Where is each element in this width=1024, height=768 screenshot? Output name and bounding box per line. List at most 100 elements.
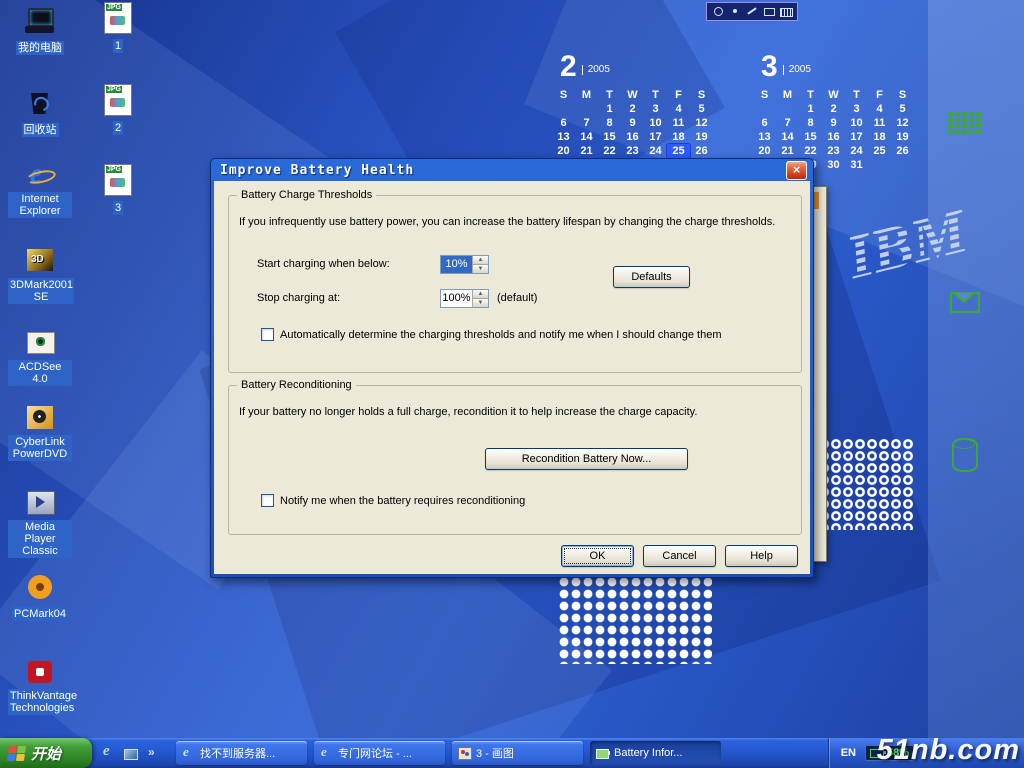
close-button[interactable] <box>786 161 807 180</box>
calendar-date-cell: 11 <box>868 116 891 130</box>
desktop-icon-media-player-classic[interactable]: Media Player Classic <box>8 488 72 559</box>
calendar-date-cell: 31 <box>845 158 868 172</box>
calendar-date-cell: 12 <box>891 116 914 130</box>
keyboard-icon[interactable] <box>779 5 793 18</box>
display-icon[interactable] <box>762 5 776 18</box>
calendar-date-cell: 1 <box>799 102 822 116</box>
desktop-icon-label: Media Player Classic <box>8 520 72 558</box>
ie-icon <box>319 746 334 760</box>
taskbar-task-4[interactable]: Battery Infor... <box>590 741 721 765</box>
start-button[interactable]: 开始 <box>0 738 92 768</box>
desktop-icon-3dmark2001-se[interactable]: 3DMark2001 SE <box>8 246 72 305</box>
notify-reconditioning-checkbox[interactable] <box>261 494 274 507</box>
media-player-classic-icon <box>24 488 56 518</box>
desktop-icon-label: 2 <box>113 121 123 135</box>
jpg-file-column: JPG 1 JPG 2 JPG3 <box>96 0 140 300</box>
desktop-icon-acdsee[interactable]: ACDSee 4.0 <box>8 328 72 387</box>
calendar-date-cell: 5 <box>891 102 914 116</box>
start-charging-row: Start charging when below: 10% <box>257 254 489 274</box>
desktop-icon-thinkvantage[interactable]: ThinkVantage Technologies <box>8 657 72 716</box>
battery-icon <box>595 746 610 760</box>
calendar-date-cell: 5 <box>690 102 713 116</box>
calendar-date-cell: 10 <box>644 116 667 130</box>
thinkvantage-icon <box>24 657 56 687</box>
battery-charge-thresholds-group: Battery Charge Thresholds If you infrequ… <box>228 195 802 373</box>
wallpaper-shape <box>928 0 1024 768</box>
help-button[interactable]: Help <box>725 545 798 567</box>
defaults-button[interactable]: Defaults <box>613 266 690 288</box>
calendar-date-cell: 18 <box>868 130 891 144</box>
battery-reconditioning-group: Battery Reconditioning If your battery n… <box>228 385 802 535</box>
calendar-date-cell <box>776 102 799 116</box>
51nb-watermark: 51nb.com <box>877 734 1020 767</box>
ie-quick-launch-icon[interactable] <box>101 745 117 761</box>
calendar-month-3: 32005SMTWTFS1234567891011121314151617181… <box>753 52 923 172</box>
calendar-date-cell: 12 <box>690 116 713 130</box>
taskbar-task-3[interactable]: 3 - 画图 <box>452 741 583 765</box>
ok-button[interactable]: OK <box>561 545 634 567</box>
calendar-date-cell: 3 <box>644 102 667 116</box>
calendar-weekday: M <box>575 88 598 102</box>
desktop-icon-my-computer[interactable]: 我的电脑 <box>8 6 72 56</box>
jpg-badge: JPG <box>106 166 122 173</box>
jpg-file-3[interactable]: JPG3 <box>96 164 140 216</box>
phone-icon[interactable] <box>711 5 725 18</box>
calendar-date-cell: 1 <box>598 102 621 116</box>
improve-battery-health-dialog: Improve Battery Health Battery Charge Th… <box>210 158 814 578</box>
thresholds-description: If you infrequently use battery power, y… <box>239 216 775 228</box>
calendar-date-cell: 23 <box>621 144 644 158</box>
spin-down-icon[interactable] <box>473 264 488 273</box>
notify-reconditioning-row: Notify me when the battery requires reco… <box>261 494 525 507</box>
start-charging-spinner[interactable]: 10% <box>440 255 489 274</box>
cancel-button[interactable]: Cancel <box>643 545 716 567</box>
calendar-date-cell: 19 <box>891 130 914 144</box>
desktop-icon-pcmark04[interactable]: PCMark04 <box>8 572 72 622</box>
calendar-date-cell: 30 <box>822 158 845 172</box>
desktop-icon-label: 1 <box>113 39 123 53</box>
pcmark04-icon <box>24 572 56 602</box>
recondition-battery-button[interactable]: Recondition Battery Now... <box>485 448 688 470</box>
dialog-titlebar[interactable]: Improve Battery Health <box>214 159 810 181</box>
show-desktop-icon[interactable] <box>124 749 138 760</box>
envelope-icon <box>950 292 980 313</box>
calendar-weekday: W <box>621 88 644 102</box>
jpg-file-icon: JPG <box>104 84 132 116</box>
taskbar-task-1[interactable]: 找不到服务器... <box>176 741 307 765</box>
auto-determine-checkbox[interactable] <box>261 328 274 341</box>
start-charging-value[interactable]: 10% <box>441 256 472 273</box>
jpg-file-icon: JPG <box>104 164 132 196</box>
calendar-date-cell: 20 <box>753 144 776 158</box>
desktop-icon-recycle-bin[interactable]: 回收站 <box>8 88 72 138</box>
calendar-date-cell: 9 <box>822 116 845 130</box>
calendar-date-cell: 6 <box>552 116 575 130</box>
desktop-icon-internet-explorer[interactable]: Internet Explorer <box>8 160 72 219</box>
group-title: Battery Reconditioning <box>237 379 356 391</box>
my-computer-icon <box>24 6 56 36</box>
internet-explorer-icon <box>24 160 56 190</box>
spin-up-icon[interactable] <box>473 256 488 264</box>
stop-charging-spinner[interactable]: 100% <box>440 289 489 308</box>
calendar-weekday: F <box>667 88 690 102</box>
pen-icon[interactable] <box>745 5 759 18</box>
jpg-badge: JPG <box>106 4 122 11</box>
calendar-header: 32005 <box>761 52 923 88</box>
desktop-icon-powerdvd[interactable]: CyberLink PowerDVD <box>8 403 72 462</box>
calendar-year: 2005 <box>582 65 610 75</box>
desktop-icon-label: 回收站 <box>22 123 59 137</box>
calendar-weekday: S <box>690 88 713 102</box>
record-icon[interactable] <box>728 5 742 18</box>
calendar-date-cell: 2 <box>822 102 845 116</box>
task-label: 找不到服务器... <box>200 745 275 761</box>
dot-grid-decor <box>818 438 914 530</box>
spin-up-icon[interactable] <box>473 290 488 298</box>
stop-charging-value[interactable]: 100% <box>441 290 472 307</box>
ie-icon <box>181 746 196 760</box>
dialog-buttons: OK Cancel Help <box>561 545 798 567</box>
jpg-file-2[interactable]: JPG 2 <box>96 84 140 136</box>
taskbar-task-2[interactable]: 专门网论坛 - ... <box>314 741 445 765</box>
jpg-file-1[interactable]: JPG 1 <box>96 2 140 54</box>
spin-down-icon[interactable] <box>473 298 488 307</box>
language-indicator[interactable]: EN <box>841 747 856 759</box>
chevron-more-icon[interactable] <box>145 745 161 761</box>
stop-charging-row: Stop charging at: 100% (default) <box>257 288 537 308</box>
